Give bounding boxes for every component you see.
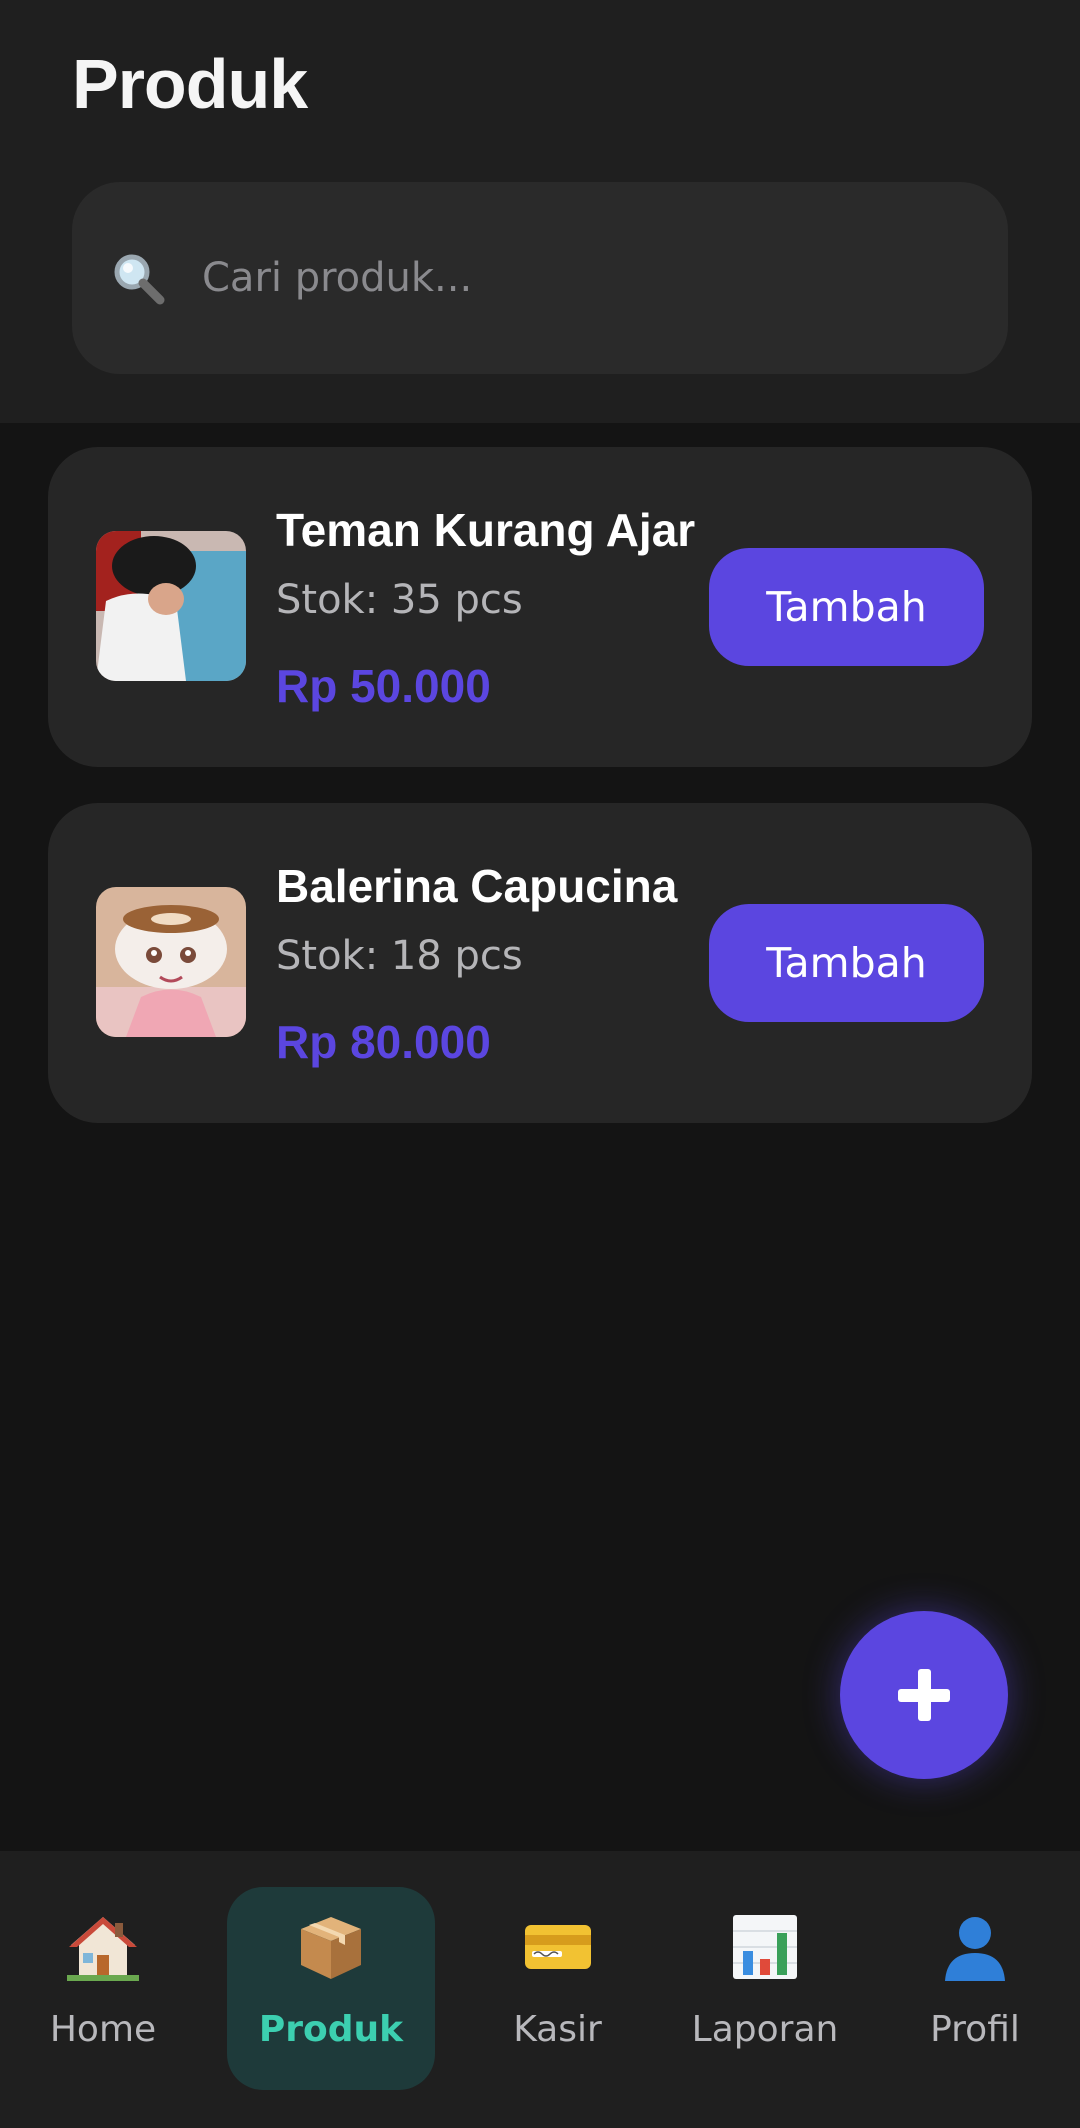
nav-label: Laporan: [691, 2009, 839, 2050]
nav-item-profil[interactable]: Profil: [880, 1887, 1070, 2090]
add-to-cart-button[interactable]: Tambah: [709, 548, 984, 666]
nav-item-kasir[interactable]: Kasir: [465, 1887, 650, 2090]
bottom-nav: Home Produk Kasir Laporan Profil: [0, 1851, 1080, 2128]
product-name: Teman Kurang Ajar: [276, 504, 696, 556]
nav-label: Home: [49, 2009, 157, 2050]
product-price: Rp 80.000: [276, 1016, 491, 1068]
nav-item-home[interactable]: Home: [10, 1887, 196, 2090]
product-name: Balerina Capucina: [276, 860, 678, 912]
search-box[interactable]: [72, 182, 1008, 374]
product-price: Rp 50.000: [276, 660, 491, 712]
page-title: Produk: [72, 45, 308, 123]
plus-icon: [898, 1669, 950, 1721]
credit-card-icon: [524, 1925, 591, 1969]
search-input[interactable]: [202, 234, 962, 322]
nav-label: Kasir: [513, 2009, 602, 2050]
nav-item-laporan[interactable]: Laporan: [680, 1887, 850, 2090]
home-icon: [67, 1917, 139, 1981]
add-to-cart-button[interactable]: Tambah: [709, 904, 984, 1022]
nav-item-produk[interactable]: Produk: [227, 1887, 435, 2090]
product-image: [96, 887, 246, 1037]
nav-label: Profil: [930, 2009, 1020, 2050]
add-product-fab[interactable]: [840, 1611, 1008, 1779]
product-stock: Stok: 18 pcs: [276, 933, 523, 979]
product-card[interactable]: Balerina Capucina Stok: 18 pcs Rp 80.000…: [48, 803, 1032, 1123]
nav-label: Produk: [258, 2009, 404, 2050]
product-image: [96, 531, 246, 681]
bar-chart-icon: [733, 1915, 797, 1979]
header: Produk: [0, 0, 1080, 423]
search-icon: [114, 254, 165, 305]
app-root: Produk Teman Kurang Ajar Stok: 35 pcs Rp…: [0, 0, 1080, 2128]
package-icon: [301, 1917, 361, 1979]
user-icon: [945, 1917, 1005, 1981]
product-card[interactable]: Teman Kurang Ajar Stok: 35 pcs Rp 50.000…: [48, 447, 1032, 767]
product-stock: Stok: 35 pcs: [276, 577, 523, 623]
